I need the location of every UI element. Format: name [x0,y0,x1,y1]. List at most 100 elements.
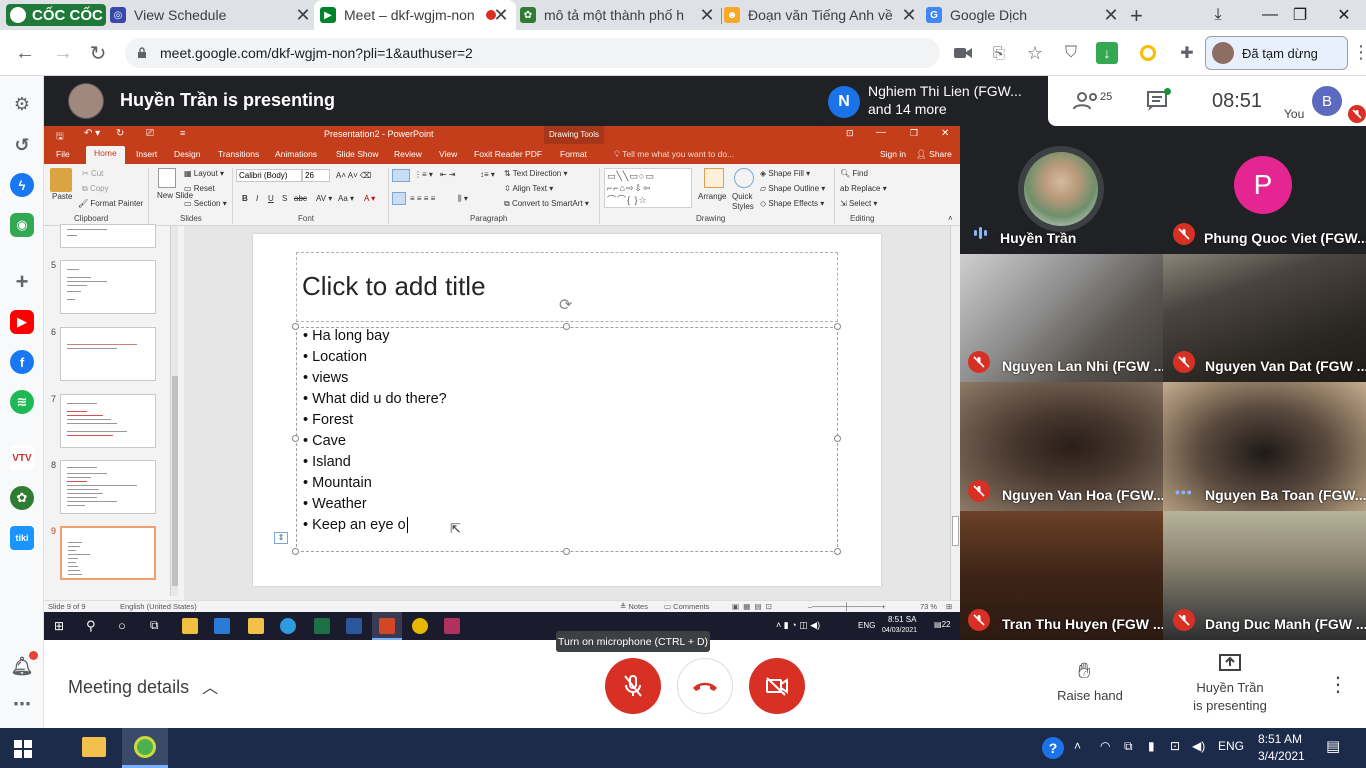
line-spacing-icon[interactable]: ↕≡ ▾ [480,170,495,179]
resize-handle[interactable] [292,435,299,442]
history-icon[interactable]: ↺ [10,133,34,157]
ppt-tab-view[interactable]: View [439,149,457,159]
comments-button[interactable]: ▭ Comments [664,602,709,611]
tab-view-schedule[interactable]: ◎ View Schedule ✕ [110,0,318,30]
forward-arrow-icon[interactable]: → [48,38,78,68]
game-icon[interactable]: ◉ [10,213,34,237]
ppt-tab-transitions[interactable]: Transitions [218,149,259,159]
ppt-tab-foxit[interactable]: Foxit Reader PDF [474,149,542,159]
replace-button[interactable]: ab Replace ▾ [840,184,887,193]
autofit-options-icon[interactable]: ⇕ [274,532,288,544]
find-button[interactable]: 🔍︎ Find [840,169,868,178]
ppt-minimize-icon[interactable]: — [876,127,886,138]
shape-outline-button[interactable]: ▱ Shape Outline ▾ [760,184,825,193]
maximize-button[interactable]: ❐ [1280,0,1320,30]
align-center-right-justify-icons[interactable]: ≡ ≡ ≡ ≡ [410,194,435,203]
shield-icon[interactable]: ⛉ [1060,42,1082,64]
new-slide-label[interactable]: New Slide [157,191,193,200]
ppt-tell-me[interactable]: 💡︎ Tell me what you want to do... [614,149,734,160]
tray-network-icon[interactable]: ⊡ [1170,739,1180,753]
rotate-handle-icon[interactable]: ⟳ [559,295,572,315]
coccoc-taskbar-button[interactable] [122,728,168,768]
slide-thumbnail-6[interactable] [60,327,156,381]
slide-thumbnail-9[interactable] [60,526,156,580]
ppt-qat-more-icon[interactable]: ≡ [180,128,185,138]
volume-icon[interactable]: ◀) [1192,739,1205,753]
youtube-icon[interactable]: ▶ [10,310,34,334]
people-icon[interactable] [1072,92,1102,110]
new-tab-button[interactable]: + [1130,3,1143,29]
change-case-icon[interactable]: Aa ▾ [338,194,354,203]
resize-handle[interactable] [563,323,570,330]
tab-doan-van[interactable]: ☻ Đoạn văn Tiếng Anh về ✕ [724,0,924,30]
font-grow-shrink-icons[interactable]: A˄ A˅ ⌫ [336,171,371,180]
close-tab-icon[interactable]: ✕ [1102,5,1120,25]
tiki-icon[interactable]: tiki [10,526,34,550]
ppt-present-icon[interactable]: ⎚ [146,128,154,139]
omnibox[interactable]: meet.google.com/dkf-wgjm-non?pli=1&authu… [125,38,940,68]
reload-icon[interactable]: ↻ [83,38,113,68]
tray-language[interactable]: ENG [1218,739,1244,753]
numbering-icon[interactable]: ⋮≡ ▾ [414,170,433,179]
strikethrough-icon[interactable]: abc [294,194,307,203]
arrange-label[interactable]: Arrange [698,192,726,201]
close-tab-icon[interactable]: ✕ [492,5,510,25]
reset-button[interactable]: ▭ Reset [184,184,215,193]
notes-button[interactable]: ≜ Notes [620,602,648,611]
tray-device-icon[interactable]: ⧉ [1124,739,1133,754]
font-color-icon[interactable]: A ▾ [364,194,375,203]
close-window-button[interactable]: ✕ [1324,0,1364,30]
cut-button[interactable]: ✂ Cut [82,169,103,178]
participant-tile-tran-thu-huyen[interactable]: Tran Thu Huyen (FGW ... [960,511,1163,640]
close-tab-icon[interactable]: ✕ [900,5,918,25]
resize-handle[interactable] [834,435,841,442]
extension-circle-icon[interactable] [1140,45,1156,61]
tab-meet[interactable]: ▶ Meet – dkf-wgjm-non ✕ [314,0,516,30]
file-explorer-icon[interactable] [82,737,106,757]
shadow-icon[interactable]: S [282,194,287,203]
microphone-toggle-button[interactable] [605,658,661,714]
indent-icons[interactable]: ⇤ ⇥ [440,170,456,179]
resize-handle[interactable] [834,323,841,330]
quick-styles-icon[interactable] [734,168,754,188]
resize-handle[interactable] [834,548,841,555]
ppt-tab-insert[interactable]: Insert [136,149,157,159]
resize-handle[interactable] [563,548,570,555]
add-app-icon[interactable]: + [10,269,34,294]
more-options-icon[interactable]: ⋮ [1328,672,1348,697]
slide-scrollbar[interactable] [950,226,960,600]
copy-button[interactable]: ⧉ Copy [82,184,109,194]
tray-chevron-icon[interactable]: ˄ [1074,739,1081,753]
windows-start-icon[interactable] [14,740,32,758]
thumbnail-scroll-thumb[interactable] [172,376,178,586]
presenting-status-button[interactable]: Huyền Trần is presenting [1184,652,1276,716]
help-icon[interactable]: ? [1042,737,1064,759]
tab-search-icon[interactable]: ⤓ [1198,0,1238,30]
font-size-select[interactable]: 26 [302,169,330,182]
ppt-redo-icon[interactable]: ↻ [116,128,124,139]
close-tab-icon[interactable]: ✕ [698,5,716,25]
font-name-select[interactable]: Calibri (Body) [236,169,302,182]
participant-tile-dang-duc-manh[interactable]: Dang Duc Manh (FGW ... [1163,511,1366,640]
align-left-icon[interactable] [392,192,406,205]
select-button[interactable]: ⇲ Select ▾ [840,199,877,208]
more-dots-icon[interactable]: ⋯ [10,692,34,716]
bullets-icon[interactable] [392,169,410,182]
ppt-ribbon-display-icon[interactable]: ⊡ [846,128,854,139]
quick-styles-label[interactable]: Quick Styles [732,192,758,212]
italic-icon[interactable]: I [256,194,258,203]
shape-fill-button[interactable]: ◈ Shape Fill ▾ [760,169,810,178]
format-painter-button[interactable]: 🖌︎ Format Painter [78,199,143,208]
meeting-details-button[interactable]: Meeting details ︿ [68,674,218,698]
shape-effects-button[interactable]: ◇ Shape Effects ▾ [760,199,824,208]
bold-icon[interactable]: B [242,194,248,203]
ppt-tab-design[interactable]: Design [174,149,200,159]
section-button[interactable]: ▭ Section ▾ [184,199,227,208]
ppt-restore-icon[interactable]: ❐ [910,128,918,139]
extensions-puzzle-icon[interactable]: ✚ [1176,42,1198,64]
arrange-icon[interactable] [704,168,724,188]
layout-button[interactable]: ▦ Layout ▾ [184,169,224,178]
back-arrow-icon[interactable]: ← [10,38,40,68]
resize-handle[interactable] [292,323,299,330]
camera-toggle-button[interactable] [749,658,805,714]
